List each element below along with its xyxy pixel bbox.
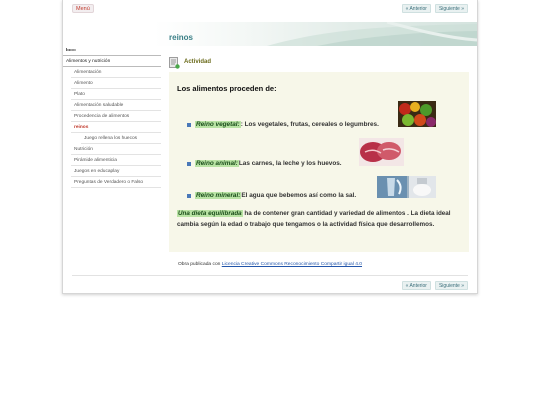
list-item-text: El agua que bebemos así como la sal. [241,192,357,199]
list-item-text: Las carnes, la leche y los huevos. [238,160,342,167]
license-notice: Obra publicada con Licencia Creative Com… [63,262,477,267]
keyword-reino-vegetal: Reino vegetal: [195,121,241,128]
previous-button-bottom[interactable]: « Anterior [401,281,431,290]
sidebar-item-reinos[interactable]: reinos [71,122,161,133]
sidebar-item-procedencia-de-alimentos[interactable]: Procedencia de alimentos [71,111,161,122]
sidebar-item-alimentacion[interactable]: Alimentación [71,67,161,78]
vegetables-photo [398,101,436,127]
sidebar-item-plato[interactable]: Plato [71,89,161,100]
bottom-navigation: « Anterior Siguiente » [401,281,468,290]
next-button[interactable]: Siguiente » [434,4,468,13]
next-button-bottom[interactable]: Siguiente » [434,281,468,290]
content-paragraph: Una dieta equilibrada ha de contener gra… [177,209,465,230]
water-salt-photo [377,176,436,198]
footer-divider [72,275,468,276]
sidebar-item-alimentacion-saludable[interactable]: Alimentación saludable [71,100,161,111]
bullet-square-icon [187,193,191,198]
sidebar-item-juegos-en-educaplay[interactable]: Juegos en educaplay [71,166,161,177]
sidebar-item-preguntas-verdadero-falso[interactable]: Preguntas de Verdadero o Falso [71,177,161,188]
bullet-square-icon [187,122,191,127]
header-banner [63,22,477,46]
content-heading: Los alimentos proceden de: [177,84,277,93]
list-item-reino-mineral: Reino mineral: El agua que bebemos así c… [187,192,356,199]
page-container: Menú « Anterior Siguiente » reinos Inici… [62,0,478,294]
list-item-reino-vegetal: Reino vegetal: : Los vegetales, frutas, … [187,121,379,128]
keyword-reino-animal: Reino animal: [195,160,239,167]
activity-header: Actividad [169,55,211,69]
sidebar-item-juego-rellena-los-huecos[interactable]: Juego rellena los huecos [81,133,161,144]
license-link[interactable]: Licencia Creative Commons Reconocimiento… [222,262,362,267]
activity-label: Actividad [184,59,212,65]
banner-decoration-icon [267,22,477,46]
previous-button[interactable]: « Anterior [401,4,431,13]
keyword-reino-mineral: Reino mineral: [195,192,242,199]
sidebar-item-inicio[interactable]: Inicio [63,45,161,56]
activity-icon [169,56,180,69]
sidebar: Inicio Alimentos y nutrición Alimentació… [63,45,161,188]
sidebar-item-piramide-alimenticia[interactable]: Pirámide alimenticia [71,155,161,166]
top-navigation: « Anterior Siguiente » [401,4,468,13]
sidebar-item-nutricion[interactable]: Nutrición [71,144,161,155]
list-item-reino-animal: Reino animal: Las carnes, la leche y los… [187,160,342,167]
menu-button[interactable]: Menú [72,4,94,13]
license-prefix: Obra publicada con [177,262,222,267]
list-item-text: : Los vegetales, frutas, cereales o legu… [240,121,379,128]
meat-photo [359,138,404,166]
keyword-dieta-equilibrada: Una dieta equilibrada [177,210,243,217]
sidebar-item-alimento[interactable]: Alimento [71,78,161,89]
activity-content: Los alimentos proceden de: Reino vegetal… [169,72,469,252]
sidebar-item-alimentos-y-nutricion[interactable]: Alimentos y nutrición [63,56,161,67]
page-title: reinos [169,33,194,42]
top-bar: Menú « Anterior Siguiente » [63,0,477,20]
bullet-square-icon [187,161,191,166]
